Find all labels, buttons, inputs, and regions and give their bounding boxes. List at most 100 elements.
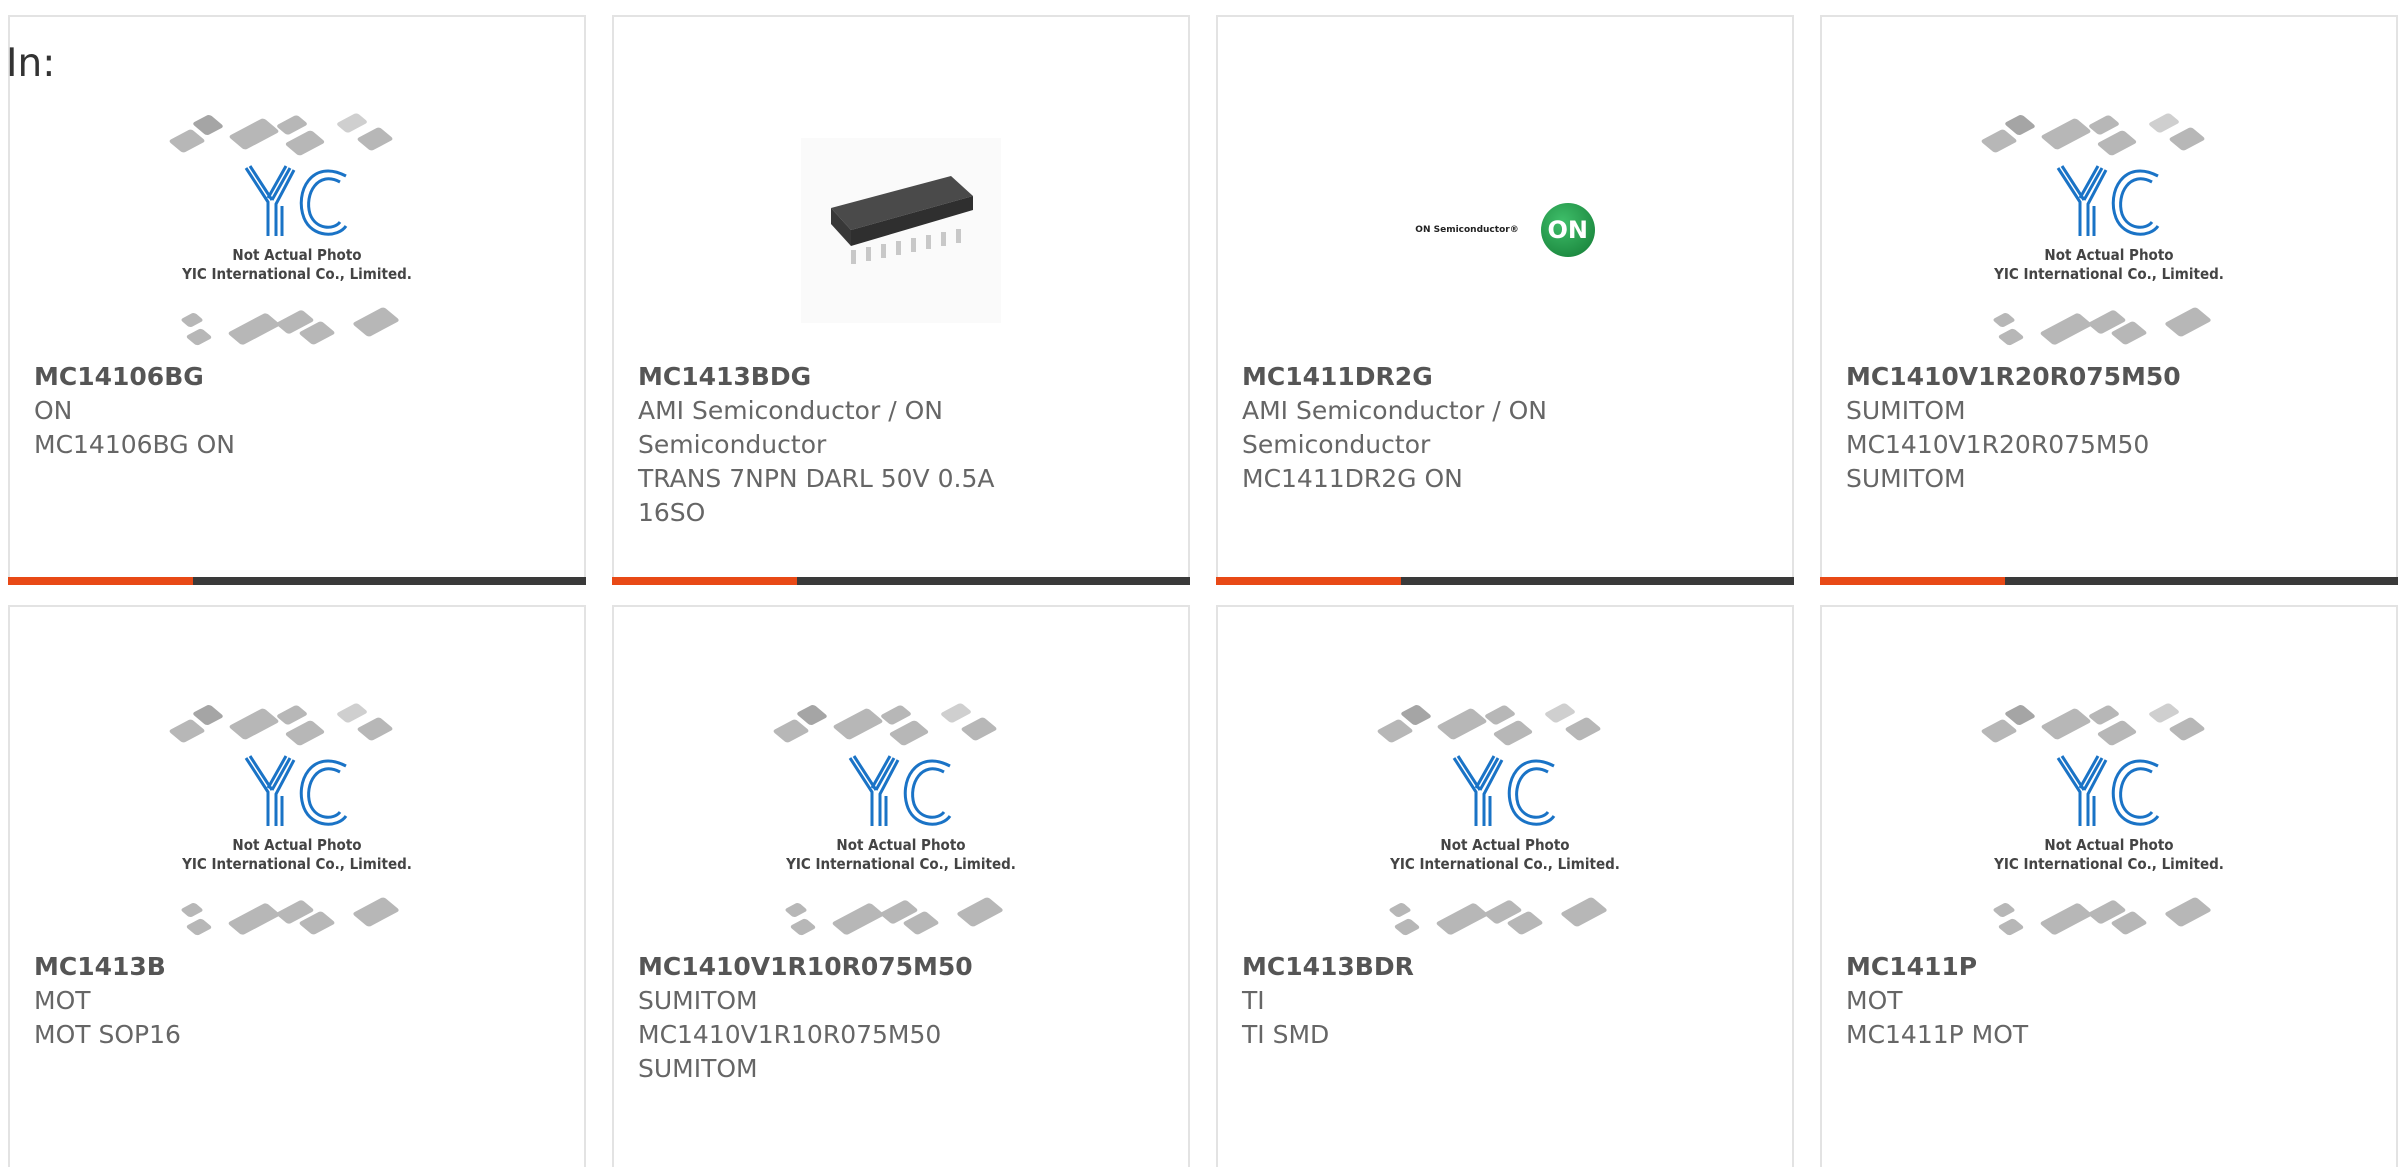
product-image[interactable]: Not Actual Photo YIC International Co., L… [1822,95,2396,365]
product-info: MC1411P MOT MC1411P MOT [1846,950,2216,1052]
product-info: MC14106BG ON MC14106BG ON [34,360,404,462]
product-info: MC1413BDG AMI Semiconductor / ON Semicond… [638,360,1008,530]
chip-icons [766,890,1036,940]
manufacturer: SUMITOM [638,986,758,1015]
yic-logo [244,755,348,826]
placeholder-line-1: Not Actual Photo [2044,246,2174,264]
manufacturer: MOT [1846,986,1903,1015]
card-progress-bar [8,577,586,585]
card-progress-bar [1820,577,2398,585]
chip-icons [1370,890,1640,940]
product-image[interactable]: Not Actual Photo YIC International Co., L… [10,685,584,955]
placeholder-caption: Not Actual Photo YIC International Co., L… [766,836,1036,874]
product-photo [801,137,1001,323]
placeholder-caption: Not Actual Photo YIC International Co., L… [1370,836,1640,874]
description: TRANS 7NPN DARL 50V 0.5A 16SO [638,464,995,527]
part-number[interactable]: MC1410V1R10R075M50 [638,950,1008,984]
product-card[interactable]: ON Semiconductor® ON MC1411DR2G AMI Semicon… [1216,15,1794,585]
placeholder-line-1: Not Actual Photo [836,836,966,854]
product-info: MC1411DR2G AMI Semiconductor / ON Semicon… [1242,360,1612,496]
part-number[interactable]: MC1413B [34,950,404,984]
part-number[interactable]: MC1413BDG [638,360,1008,394]
ic-chip-icon [831,175,973,264]
not-actual-photo-placeholder: Not Actual Photo YIC International Co., L… [1974,110,2244,350]
part-number[interactable]: MC1411P [1846,950,2216,984]
part-number[interactable]: MC1410V1R20R075M50 [1846,360,2216,394]
card-progress-fill [612,577,797,585]
yic-logo [244,165,348,236]
on-logo-icon: ON [1540,203,1595,257]
part-number[interactable]: MC1413BDR [1242,950,1612,984]
part-number[interactable]: MC14106BG [34,360,404,394]
yic-logo [2056,165,2160,236]
chip-icons [1974,700,2244,750]
product-card[interactable]: Not Actual Photo YIC International Co., L… [8,605,586,1167]
chip-icons [162,700,432,750]
placeholder-caption: Not Actual Photo YIC International Co., L… [162,836,432,874]
placeholder-line-2: YIC International Co., Limited. [1390,855,1620,873]
description: TI SMD [1242,1020,1330,1049]
chip-icons [162,300,432,350]
product-card[interactable]: MC1413BDG AMI Semiconductor / ON Semicond… [612,15,1190,585]
placeholder-line-2: YIC International Co., Limited. [182,265,412,283]
product-info: MC1413B MOT MOT SOP16 [34,950,404,1052]
not-actual-photo-placeholder: Not Actual Photo YIC International Co., L… [162,110,432,350]
description: MOT SOP16 [34,1020,181,1049]
placeholder-line-1: Not Actual Photo [1440,836,1570,854]
yic-logo [1452,755,1556,826]
not-actual-photo-placeholder: Not Actual Photo YIC International Co., L… [1370,700,1640,940]
manufacturer-logo: ON Semiconductor® ON [1415,203,1595,257]
product-card[interactable]: Not Actual Photo YIC International Co., L… [8,15,586,585]
description: MC1410V1R10R075M50 SUMITOM [638,1020,942,1083]
product-card[interactable]: Not Actual Photo YIC International Co., L… [1820,15,2398,585]
manufacturer: MOT [34,986,91,1015]
card-progress-bar [612,577,1190,585]
placeholder-line-2: YIC International Co., Limited. [1994,855,2224,873]
product-grid-page: In: Not Actual Photo YIC International Co… [0,0,2400,1167]
product-image[interactable]: Not Actual Photo YIC International Co., L… [1218,685,1792,955]
product-image[interactable]: Not Actual Photo YIC International Co., L… [614,685,1188,955]
not-actual-photo-placeholder: Not Actual Photo YIC International Co., L… [1974,700,2244,940]
on-semiconductor-wordmark: ON Semiconductor® [1415,225,1519,235]
card-progress-fill [8,577,193,585]
placeholder-line-1: Not Actual Photo [232,836,362,854]
chip-icons [766,700,1036,750]
card-progress-fill [1216,577,1401,585]
yic-logo [848,755,952,826]
manufacturer: TI [1242,986,1265,1015]
yic-logo [2056,755,2160,826]
description: MC1410V1R20R075M50 SUMITOM [1846,430,2150,493]
manufacturer: AMI Semiconductor / ON Semiconductor [638,396,943,459]
placeholder-line-2: YIC International Co., Limited. [1994,265,2224,283]
manufacturer: AMI Semiconductor / ON Semiconductor [1242,396,1547,459]
chip-icons [1974,300,2244,350]
filter-label: In: [6,41,56,86]
part-number[interactable]: MC1411DR2G [1242,360,1612,394]
description: MC14106BG ON [34,430,235,459]
product-grid: Not Actual Photo YIC International Co., L… [8,15,2400,1167]
placeholder-line-2: YIC International Co., Limited. [786,855,1016,873]
product-card[interactable]: Not Actual Photo YIC International Co., L… [1216,605,1794,1167]
product-info: MC1410V1R20R075M50 SUMITOM MC1410V1R20R075… [1846,360,2216,496]
card-progress-fill [1820,577,2005,585]
product-image[interactable]: ON Semiconductor® ON [1218,95,1792,365]
placeholder-line-1: Not Actual Photo [232,246,362,264]
manufacturer: SUMITOM [1846,396,1966,425]
product-image[interactable]: Not Actual Photo YIC International Co., L… [1822,685,2396,955]
description: MC1411DR2G ON [1242,464,1463,493]
card-progress-bar [1216,577,1794,585]
chip-icons [1370,700,1640,750]
product-card[interactable]: Not Actual Photo YIC International Co., L… [1820,605,2398,1167]
product-image[interactable] [614,95,1188,365]
description: MC1411P MOT [1846,1020,2029,1049]
placeholder-caption: Not Actual Photo YIC International Co., L… [162,246,432,284]
placeholder-line-1: Not Actual Photo [2044,836,2174,854]
placeholder-caption: Not Actual Photo YIC International Co., L… [1974,836,2244,874]
product-image[interactable]: Not Actual Photo YIC International Co., L… [10,95,584,365]
chip-icons [162,890,432,940]
placeholder-line-2: YIC International Co., Limited. [182,855,412,873]
product-card[interactable]: Not Actual Photo YIC International Co., L… [612,605,1190,1167]
placeholder-caption: Not Actual Photo YIC International Co., L… [1974,246,2244,284]
product-info: MC1410V1R10R075M50 SUMITOM MC1410V1R10R075… [638,950,1008,1086]
manufacturer: ON [34,396,73,425]
